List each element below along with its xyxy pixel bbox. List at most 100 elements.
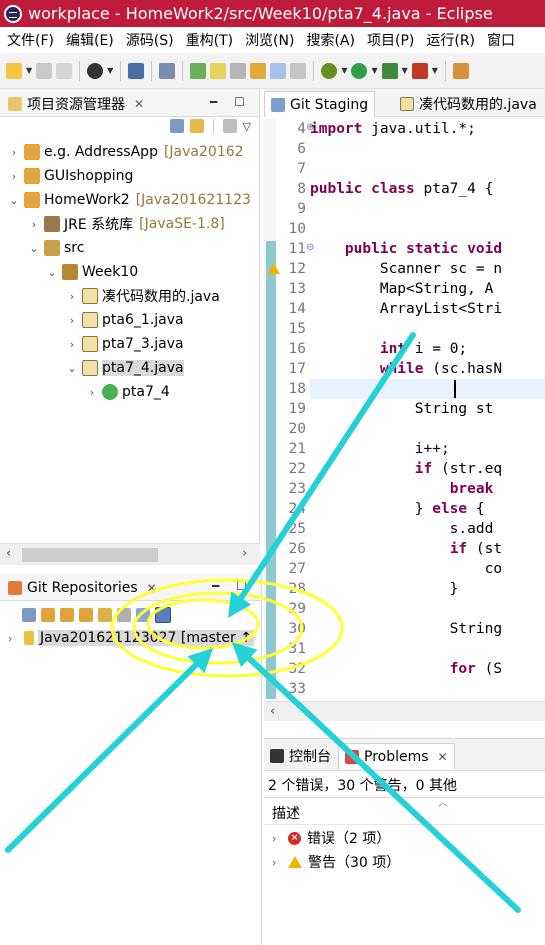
external-tools-icon[interactable] <box>411 62 428 79</box>
mark-occurrences-icon[interactable] <box>210 62 227 79</box>
code-area[interactable]: import java.util.*; public class pta7_4 {… <box>310 119 545 699</box>
menu-search[interactable]: 搜索(A) <box>299 30 360 50</box>
tab-console[interactable]: 控制台 <box>264 743 337 769</box>
new-package-icon[interactable] <box>452 62 469 79</box>
refresh-icon[interactable] <box>98 608 112 622</box>
close-icon[interactable]: ✕ <box>147 581 157 595</box>
tree-item-homework2[interactable]: ⌄ HomeWork2 [Java201621123 <box>8 189 251 211</box>
new-dropdown-icon[interactable]: ▼ <box>26 66 32 75</box>
chevron-right-icon[interactable]: › <box>272 856 284 869</box>
tree-item-guishopping[interactable]: › GUIshopping <box>8 165 133 187</box>
tree-item-file[interactable]: › pta6_1.java <box>66 309 184 331</box>
tree-item-file[interactable]: › pta7_3.java <box>66 333 184 355</box>
open-type-icon[interactable] <box>190 62 207 79</box>
profile-icon[interactable] <box>87 62 104 79</box>
warning-marker-icon[interactable] <box>268 263 280 274</box>
filter-icon[interactable] <box>136 608 150 622</box>
collapse-all-icon[interactable] <box>169 119 184 133</box>
chevron-down-icon[interactable]: ⌄ <box>46 266 58 279</box>
menu-source[interactable]: 源码(S) <box>119 30 179 50</box>
chevron-right-icon[interactable]: › <box>28 218 40 231</box>
save-all-icon[interactable] <box>56 62 73 79</box>
code-keyword: if <box>414 461 433 477</box>
chevron-right-icon[interactable]: › <box>66 338 78 351</box>
chevron-right-icon[interactable]: › <box>272 832 284 845</box>
scroll-left-icon[interactable]: ‹ <box>270 704 275 719</box>
chevron-right-icon[interactable]: › <box>8 146 20 159</box>
chevron-down-icon[interactable]: ⌄ <box>8 194 20 207</box>
menu-project[interactable]: 项目(P) <box>360 30 419 50</box>
view-menu-icon[interactable]: ▽ <box>243 120 251 133</box>
tree-item-file-selected[interactable]: ⌄ pta7_4.java <box>66 357 184 379</box>
close-icon[interactable]: ✕ <box>438 750 448 764</box>
error-icon: × <box>288 831 301 845</box>
block-selection-icon[interactable] <box>270 62 287 79</box>
external-tools-dropdown-icon[interactable]: ▼ <box>432 66 438 75</box>
debug-dropdown-icon[interactable]: ▼ <box>341 66 347 75</box>
create-repository-icon[interactable] <box>79 608 93 622</box>
tree-item-week10[interactable]: ⌄ Week10 <box>46 261 138 283</box>
tree-item-file[interactable]: › 凑代码数用的.java <box>66 285 220 307</box>
problems-group-warnings[interactable]: › 警告（30 项） <box>272 851 400 873</box>
chevron-right-icon[interactable]: › <box>66 290 78 303</box>
chevron-down-icon[interactable]: ⌄ <box>28 242 40 255</box>
run-dropdown-icon[interactable]: ▼ <box>371 66 377 75</box>
menu-refactor[interactable]: 重构(T) <box>179 30 238 50</box>
coverage-icon[interactable] <box>381 62 398 79</box>
close-icon[interactable]: ✕ <box>134 97 144 111</box>
minimize-icon[interactable]: ━ <box>212 579 219 593</box>
collapse-all-icon[interactable] <box>22 608 36 622</box>
menu-run[interactable]: 运行(R) <box>419 30 480 50</box>
tree-item-jre-library[interactable]: › JRE 系统库 [JavaSE-1.8] <box>28 213 225 235</box>
link-with-editor-icon[interactable] <box>189 119 204 133</box>
terminal-icon[interactable] <box>128 62 145 79</box>
skip-breakpoints-icon[interactable] <box>159 62 176 79</box>
menu-window[interactable]: 窗口 <box>480 30 520 50</box>
clone-repository-icon[interactable] <box>60 608 74 622</box>
show-whitespace-icon[interactable] <box>290 62 307 79</box>
add-repository-icon[interactable] <box>41 608 55 622</box>
scrollbar-thumb[interactable] <box>22 548 158 562</box>
chevron-right-icon[interactable]: › <box>8 170 20 183</box>
annotation-icon[interactable] <box>250 62 267 79</box>
new-icon[interactable] <box>6 62 22 79</box>
git-repository-item[interactable]: › Java201621123027 [master ↑ <box>8 627 254 649</box>
link-icon[interactable] <box>230 62 247 79</box>
profile-dropdown-icon[interactable]: ▼ <box>107 66 113 75</box>
code-line: } <box>310 579 545 599</box>
save-icon[interactable] <box>36 62 53 79</box>
chevron-right-icon[interactable]: › <box>66 314 78 327</box>
problems-group-errors[interactable]: › × 错误（2 项） <box>272 827 390 849</box>
tree-item-class[interactable]: › pta7_4 <box>86 381 170 403</box>
minimize-icon[interactable]: ━ <box>210 95 217 109</box>
debug-icon[interactable] <box>321 62 338 79</box>
maximize-icon[interactable]: ☐ <box>236 579 247 593</box>
chevron-down-icon[interactable]: ⌄ <box>66 362 78 375</box>
menu-edit[interactable]: 编辑(E) <box>59 30 119 50</box>
scroll-right-icon[interactable]: › <box>242 546 247 561</box>
tab-problems[interactable]: Problems ✕ <box>338 743 455 769</box>
tab-git-staging[interactable]: Git Staging <box>264 91 376 117</box>
coverage-dropdown-icon[interactable]: ▼ <box>402 66 408 75</box>
scroll-left-icon[interactable]: ‹ <box>6 546 11 561</box>
maximize-icon[interactable]: ☐ <box>234 95 245 109</box>
focus-icon[interactable] <box>222 119 237 133</box>
menu-navigate[interactable]: 浏览(N) <box>238 30 299 50</box>
link-with-selection-icon[interactable] <box>155 607 171 623</box>
tab-editor-file[interactable]: 凑代码数用的.java <box>394 91 543 117</box>
tree-item-src[interactable]: ⌄ src <box>28 237 84 259</box>
tree-item-addressapp[interactable]: › e.g. AddressApp [Java20162 <box>8 141 244 163</box>
chevron-right-icon[interactable]: › <box>86 386 98 399</box>
project-explorer-scrollbar[interactable]: ‹ › <box>0 543 260 565</box>
run-icon[interactable] <box>351 62 368 79</box>
tab-git-repositories[interactable]: Git Repositories ✕ <box>2 575 163 601</box>
editor-scrollbar[interactable]: ‹ <box>264 701 545 721</box>
chevron-right-icon[interactable]: › <box>8 632 20 645</box>
tab-project-explorer[interactable]: 项目资源管理器 ✕ <box>2 91 150 117</box>
menu-file[interactable]: 文件(F) <box>0 30 59 50</box>
unlink-icon[interactable] <box>117 608 131 622</box>
column-description[interactable]: 描述 <box>272 803 300 823</box>
